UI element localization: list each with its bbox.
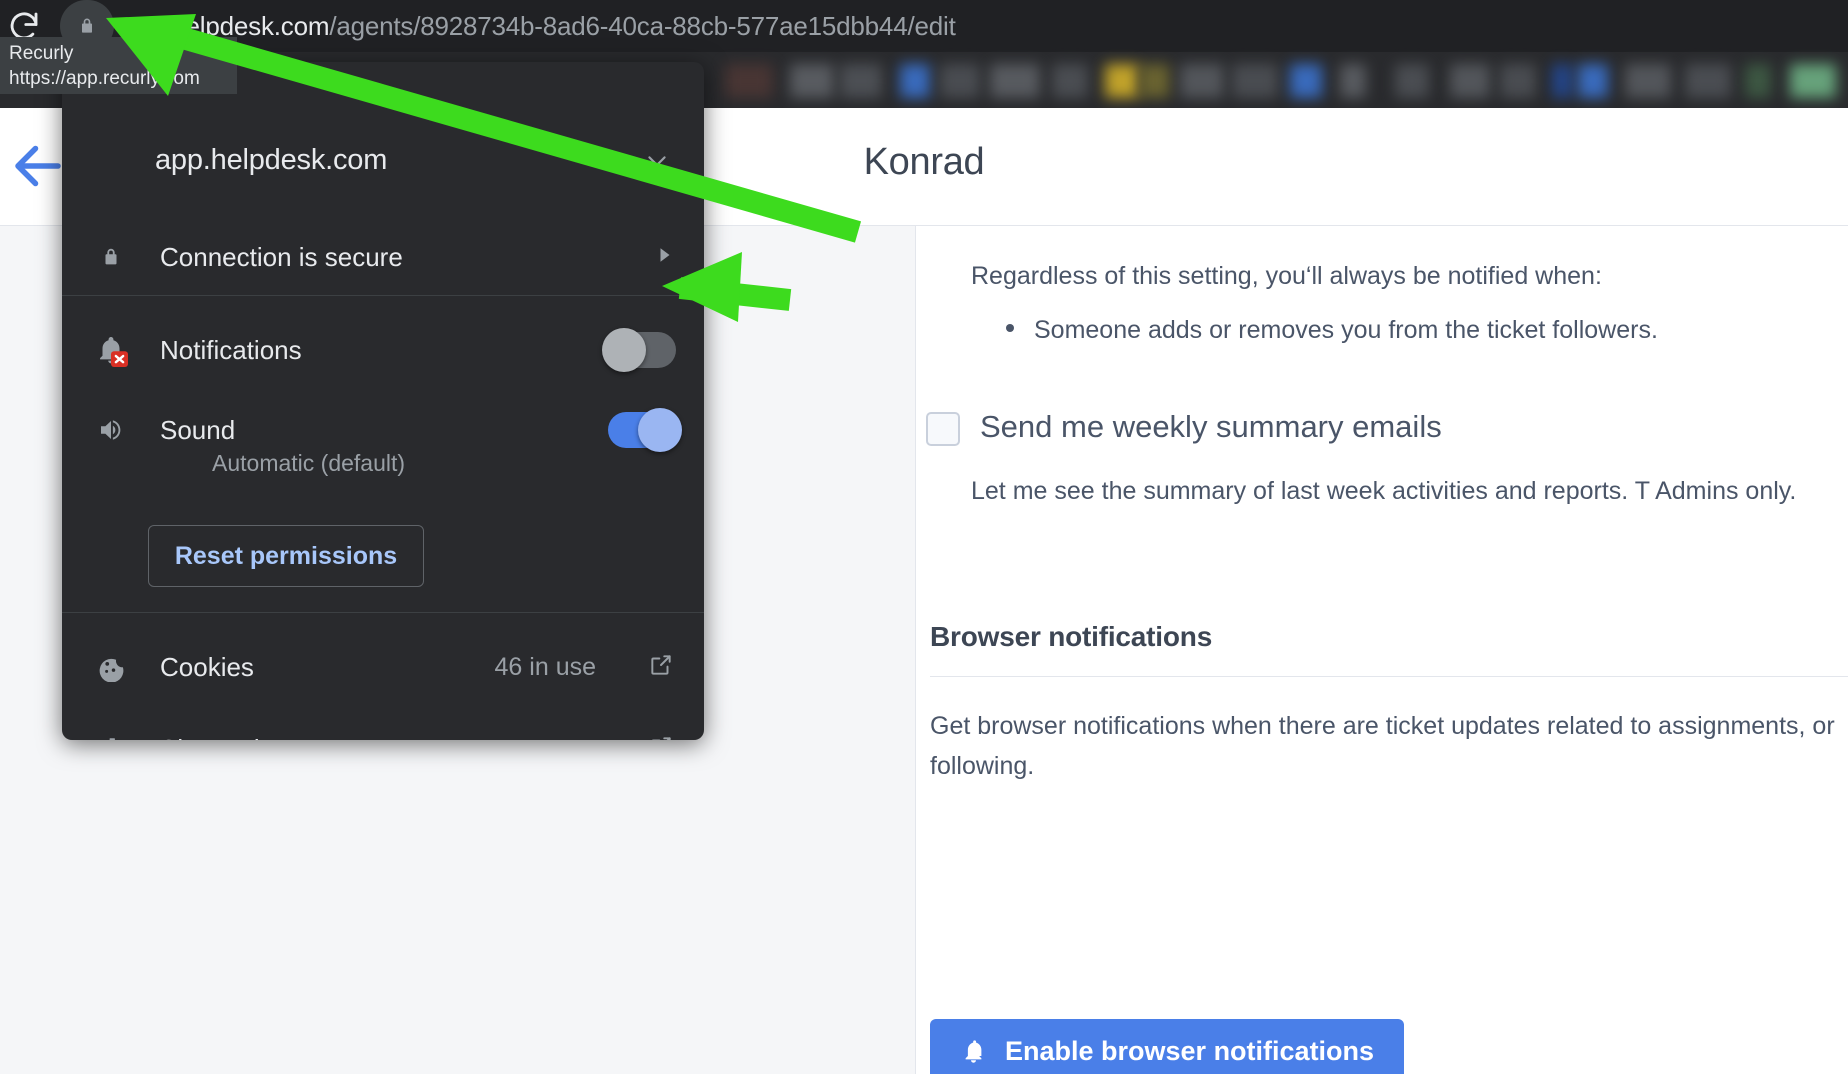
sound-toggle[interactable] [608, 408, 682, 452]
browser-notifications-description: Get browser notifications when there are… [930, 712, 1835, 780]
toggle-knob [602, 328, 646, 372]
bookmark-item[interactable] [1340, 64, 1366, 98]
open-in-new-icon[interactable] [648, 652, 674, 683]
enable-browser-notifications-label: Enable browser notifications [1005, 1035, 1375, 1066]
permission-label-sound: Sound [160, 414, 236, 445]
settings-panel: Regardless of this setting, you‘ll alway… [915, 226, 1848, 1074]
bookmark-item[interactable] [840, 64, 882, 98]
bookmark-item[interactable] [1395, 64, 1429, 98]
reset-permissions-button[interactable]: Reset permissions [148, 525, 424, 587]
cookies-row[interactable]: Cookies 46 in use [62, 628, 704, 706]
browser-notifications-heading: Browser notifications [930, 621, 1213, 652]
recurly-tooltip: Recurly https://app.recurly.com [0, 37, 237, 94]
lock-icon [82, 18, 92, 33]
list-item-label: Someone adds or removes you from the tic… [1034, 316, 1658, 344]
list-item: Someone adds or removes you from the tic… [1006, 310, 1658, 350]
bookmark-item[interactable] [1052, 64, 1088, 98]
notifications-toggle[interactable] [602, 328, 676, 372]
bell-off-icon [62, 333, 160, 367]
weekly-summary-label: Send me weekly summary emails [980, 409, 1442, 444]
open-in-new-icon[interactable] [648, 734, 674, 740]
tooltip-url: https://app.recurly.com [9, 68, 200, 89]
bookmark-item[interactable] [900, 64, 930, 98]
divider [62, 295, 704, 296]
address-bar[interactable]: p.helpdesk.com/agents/8928734b-8ad6-40ca… [150, 6, 956, 46]
weekly-summary-checkbox[interactable] [926, 412, 960, 446]
permission-label-notifications: Notifications [160, 334, 302, 365]
permission-row-notifications[interactable]: Notifications [62, 315, 704, 385]
site-settings-label: Site settings [160, 734, 302, 741]
notify-intro-text: Regardless of this setting, you‘ll alway… [971, 262, 1602, 290]
bookmark-item[interactable] [990, 64, 1040, 98]
bookmark-item[interactable] [1232, 64, 1278, 98]
gear-icon [62, 734, 160, 740]
bookmark-item[interactable] [1790, 64, 1836, 98]
cookies-count: 46 in use [494, 652, 596, 681]
site-settings-row[interactable]: Site settings [62, 710, 704, 740]
sound-sub-label: Automatic (default) [212, 450, 406, 476]
divider [930, 676, 1848, 677]
chevron-right-icon [658, 246, 672, 269]
site-info-title: app.helpdesk.com [155, 144, 388, 176]
cookie-icon [62, 652, 160, 682]
weekly-summary-checkbox-row[interactable]: Send me weekly summary emails [926, 406, 1442, 448]
bookmark-item[interactable] [1290, 64, 1322, 98]
bookmark-item[interactable] [1552, 64, 1572, 98]
speaker-icon [62, 415, 160, 445]
lock-icon [62, 244, 160, 270]
bookmark-item[interactable] [725, 64, 773, 98]
bookmark-item[interactable] [1105, 64, 1139, 98]
bookmark-item[interactable] [1450, 64, 1490, 98]
bookmark-item[interactable] [790, 64, 834, 98]
bookmark-item[interactable] [1578, 64, 1608, 98]
bookmark-item[interactable] [1745, 64, 1771, 98]
url-path: /agents/8928734b-8ad6-40ca-88cb-577ae15d… [329, 11, 956, 41]
toggle-knob [638, 408, 682, 452]
bookmark-item[interactable] [1685, 64, 1731, 98]
cookies-label: Cookies [160, 651, 254, 682]
divider [62, 612, 704, 613]
enable-browser-notifications-button[interactable]: Enable browser notifications [930, 1019, 1405, 1074]
connection-is-secure-label: Connection is secure [160, 241, 403, 272]
bullet-dot [1006, 324, 1014, 333]
site-info-bubble: app.helpdesk.com Connection is secure No… [62, 62, 704, 740]
close-icon[interactable] [636, 144, 678, 186]
bookmark-item[interactable] [1180, 64, 1224, 98]
bookmark-item[interactable] [1140, 64, 1170, 98]
bookmark-item[interactable] [1500, 64, 1536, 98]
bookmark-item[interactable] [1625, 64, 1671, 98]
screenshot-root: p.helpdesk.com/agents/8928734b-8ad6-40ca… [0, 0, 1848, 1074]
bell-icon [965, 1039, 982, 1063]
bookmark-item[interactable] [940, 64, 980, 98]
connection-is-secure-row[interactable]: Connection is secure [62, 220, 704, 294]
browser-toolbar: p.helpdesk.com/agents/8928734b-8ad6-40ca… [0, 0, 1848, 52]
tooltip-title: Recurly [9, 43, 74, 64]
weekly-summary-description: Let me see the summary of last week acti… [971, 477, 1797, 505]
